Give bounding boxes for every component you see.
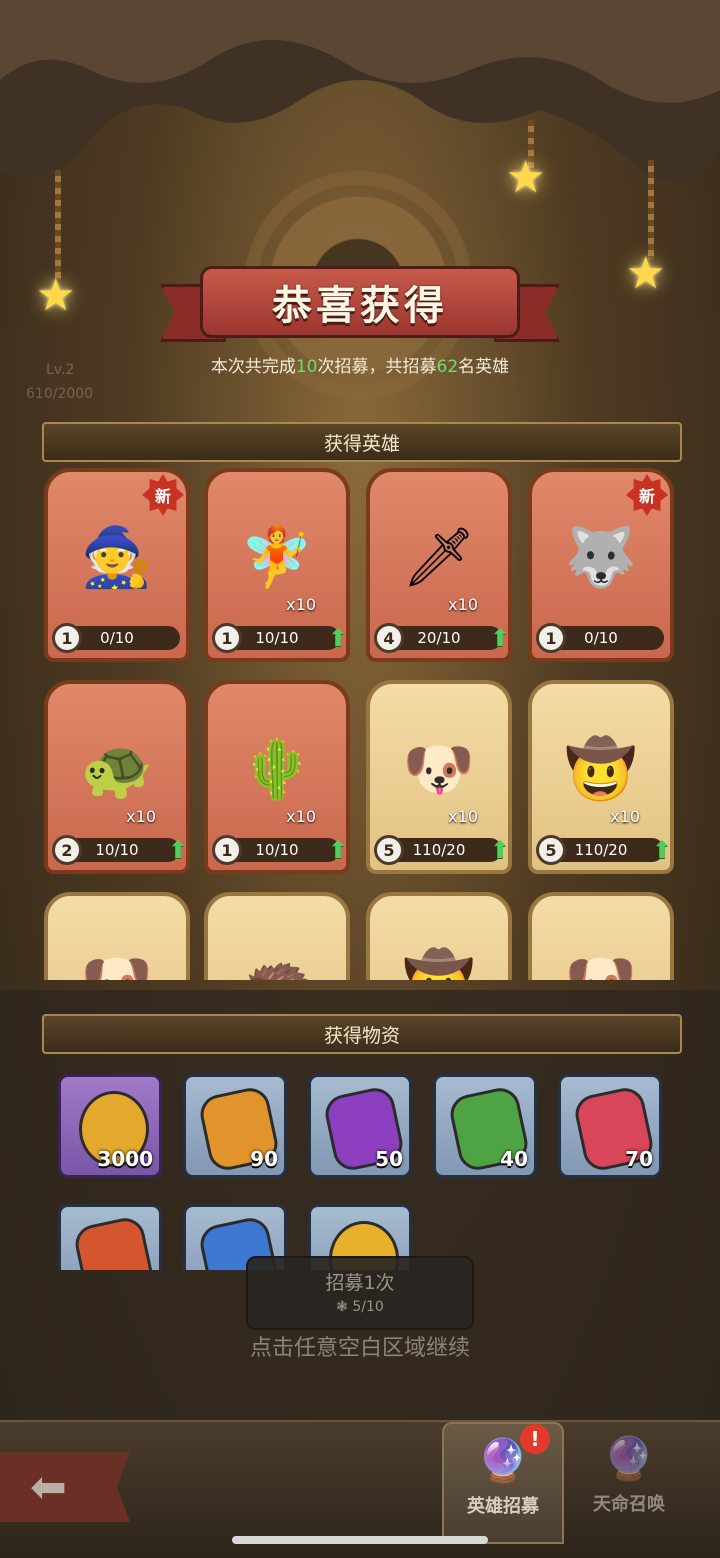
star-icon: ★ — [36, 270, 76, 321]
continue-hint[interactable]: 点击任意空白区域继续 — [0, 1330, 720, 1362]
hero-card[interactable]: 🐶 — [44, 892, 190, 980]
hero-card[interactable]: 🦔 — [204, 892, 350, 980]
hero-level: 2 — [52, 835, 82, 865]
title-ribbon: 恭喜获得 — [160, 262, 560, 346]
upgrade-arrow-icon: ⬆ — [651, 836, 672, 864]
tab-label: 英雄招募 — [467, 1496, 539, 1517]
shard-count: x10 — [286, 807, 316, 826]
recruit-summary: 本次共完成10次招募，共招募62名英雄 — [210, 357, 510, 377]
material-item[interactable]: 70 — [558, 1074, 662, 1178]
hero-level: 1 — [212, 623, 242, 653]
shard-count: x10 — [286, 595, 316, 614]
background-exp-text: 610/2000 — [26, 386, 94, 402]
alert-badge-icon: ! — [520, 1424, 550, 1454]
material-qty: 40 — [500, 1147, 528, 1171]
material-item[interactable] — [58, 1204, 162, 1270]
material-item[interactable]: 90 — [183, 1074, 287, 1178]
recruit-once-button[interactable]: 招募1次 ❃ 5/10 — [246, 1256, 474, 1330]
material-item[interactable]: 3000 — [58, 1074, 162, 1178]
hero-level: 4 — [374, 623, 404, 653]
page-title: 恭喜获得 — [272, 283, 448, 329]
upgrade-arrow-icon: ⬆ — [489, 624, 510, 652]
crystal-ball-icon: 🔮 — [602, 1434, 656, 1483]
heroes-section-header: 获得英雄 — [42, 422, 682, 462]
materials-section-header: 获得物资 — [42, 1014, 682, 1054]
material-qty: 50 — [375, 1147, 403, 1171]
hero-level: 5 — [536, 835, 566, 865]
star-icon: ★ — [626, 248, 666, 299]
hero-level: 1 — [536, 623, 566, 653]
home-indicator[interactable] — [232, 1536, 488, 1544]
hanging-rope — [55, 170, 61, 280]
material-item[interactable]: 40 — [433, 1074, 537, 1178]
shard-count: x10 — [448, 807, 478, 826]
hero-portrait: 🐺 — [564, 522, 638, 591]
arrow-left-icon: ⬅ — [30, 1461, 67, 1513]
hanging-rope — [648, 160, 654, 260]
hero-card[interactable]: 🤠 — [366, 892, 512, 980]
hero-card[interactable]: 🐢 x10 10/10 2 ⬆ — [44, 680, 190, 874]
hero-card[interactable]: 🤠 x10 110/20 5 ⬆ — [528, 680, 674, 874]
hero-card[interactable]: 🗡 x10 20/10 4 ⬆ — [366, 468, 512, 662]
hero-card[interactable]: 新 🐺 0/10 1 — [528, 468, 674, 662]
hero-portrait: 🐶 — [548, 926, 654, 981]
hero-level: 5 — [374, 835, 404, 865]
material-grid[interactable]: 3000 90 50 40 70 — [58, 1074, 668, 1270]
material-qty: 90 — [250, 1147, 278, 1171]
upgrade-arrow-icon: ⬆ — [167, 836, 188, 864]
hero-portrait: 🧙 — [80, 522, 154, 591]
hero-portrait: 🦔 — [224, 926, 330, 981]
hero-card[interactable]: 🐶 — [528, 892, 674, 980]
hero-portrait: 🐶 — [64, 926, 170, 981]
upgrade-arrow-icon: ⬆ — [327, 624, 348, 652]
hero-card[interactable]: 新 🧙 0/10 1 — [44, 468, 190, 662]
recruit-once-label: 招募1次 — [325, 1272, 395, 1294]
star-icon: ★ — [506, 152, 546, 203]
material-item[interactable]: 50 — [308, 1074, 412, 1178]
back-button[interactable]: ⬅ — [0, 1452, 130, 1522]
shard-count: x10 — [610, 807, 640, 826]
shard-count: x10 — [448, 595, 478, 614]
recruit-cost: ❃ 5/10 — [336, 1299, 384, 1315]
tab-label: 天命召唤 — [593, 1494, 665, 1515]
hero-portrait: 🤠 — [386, 926, 492, 981]
hero-level: 1 — [52, 623, 82, 653]
hero-level: 1 — [212, 835, 242, 865]
material-qty: 70 — [625, 1147, 653, 1171]
hero-card-grid[interactable]: 新 🧙 0/10 1 🧚 x10 10/10 1 ⬆ 🗡 x10 20/10 4… — [44, 468, 684, 980]
recruit-result-screen[interactable]: ★ ★ ★ Lv.2 610/2000 恭喜获得 本次共完成10次招募，共招募6… — [0, 0, 720, 1558]
shard-count: x10 — [126, 807, 156, 826]
hero-card[interactable]: 🐶 x10 110/20 5 ⬆ — [366, 680, 512, 874]
upgrade-arrow-icon: ⬆ — [327, 836, 348, 864]
red-orange-rune-icon — [71, 1214, 157, 1270]
tab-destiny-summon[interactable]: 🔮 天命召唤 — [570, 1422, 688, 1540]
hero-card[interactable]: 🌵 x10 10/10 1 ⬆ — [204, 680, 350, 874]
upgrade-arrow-icon: ⬆ — [489, 836, 510, 864]
material-qty: 3000 — [97, 1147, 153, 1171]
hero-card[interactable]: 🧚 x10 10/10 1 ⬆ — [204, 468, 350, 662]
ticket-icon: ❃ — [336, 1299, 348, 1315]
